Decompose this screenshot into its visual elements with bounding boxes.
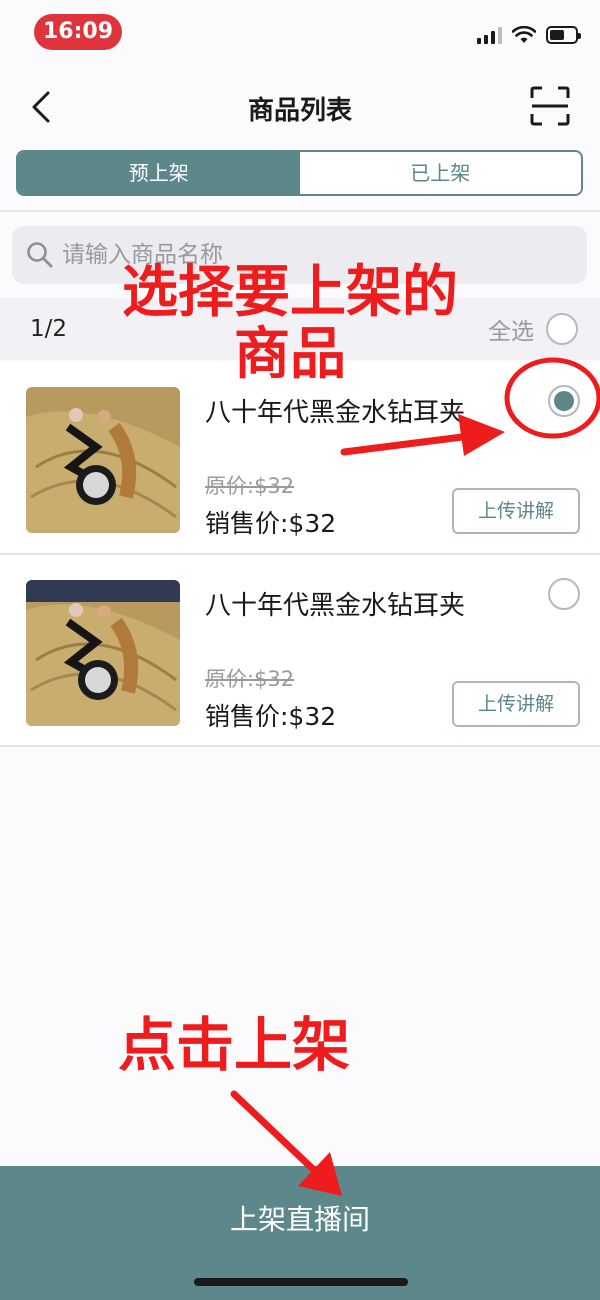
annotation-click-hint: 点击上架 (117, 1011, 350, 1079)
bottom-action-bar: 上架直播间 (0, 1166, 600, 1300)
product-image (26, 580, 180, 726)
cellular-signal-icon (477, 26, 502, 44)
status-time: 16:09 (34, 14, 122, 50)
product-name: 八十年代黑金水钻耳夹 (205, 591, 466, 621)
tab-listed[interactable]: 已上架 (299, 152, 581, 194)
upload-explanation-button[interactable]: 上传讲解 (452, 681, 580, 727)
select-all-radio[interactable] (546, 313, 578, 345)
list-to-live-room-button[interactable]: 上架直播间 (0, 1198, 600, 1238)
search-box (12, 226, 587, 284)
divider (0, 745, 600, 747)
tab-switch: 预上架 已上架 (16, 150, 583, 196)
selection-count: 1/2 (30, 316, 68, 342)
product-image (26, 387, 180, 533)
product-select-radio[interactable] (548, 385, 580, 417)
upload-explanation-button[interactable]: 上传讲解 (452, 488, 580, 534)
tab-pre-listing[interactable]: 预上架 (18, 152, 300, 194)
product-name: 八十年代黑金水钻耳夹 (205, 398, 466, 428)
scan-icon[interactable] (530, 86, 570, 126)
page-title: 商品列表 (247, 96, 352, 126)
annotation-arrow (230, 1090, 320, 1176)
nav-bar: 商品列表 (0, 70, 600, 142)
product-select-radio[interactable] (548, 578, 580, 610)
original-price: 原价:$32 (205, 474, 295, 498)
original-price: 原价:$32 (205, 667, 295, 691)
list-header: 1/2 全选 (0, 298, 600, 360)
status-bar: 16:09 (0, 0, 600, 64)
wifi-icon (512, 26, 536, 43)
home-indicator (194, 1278, 408, 1286)
product-row[interactable]: 八十年代黑金水钻耳夹 原价:$32 销售价:$32 上传讲解 (0, 555, 600, 745)
sale-price: 销售价:$32 (205, 702, 337, 731)
divider (0, 210, 600, 212)
select-all-label: 全选 (488, 319, 534, 345)
search-input[interactable] (62, 234, 562, 276)
select-all-toggle[interactable]: 全选 (488, 312, 578, 346)
product-row[interactable]: 八十年代黑金水钻耳夹 原价:$32 销售价:$32 上传讲解 (0, 362, 600, 552)
sale-price: 销售价:$32 (205, 509, 337, 538)
battery-icon (546, 26, 581, 44)
search-icon (27, 242, 53, 268)
